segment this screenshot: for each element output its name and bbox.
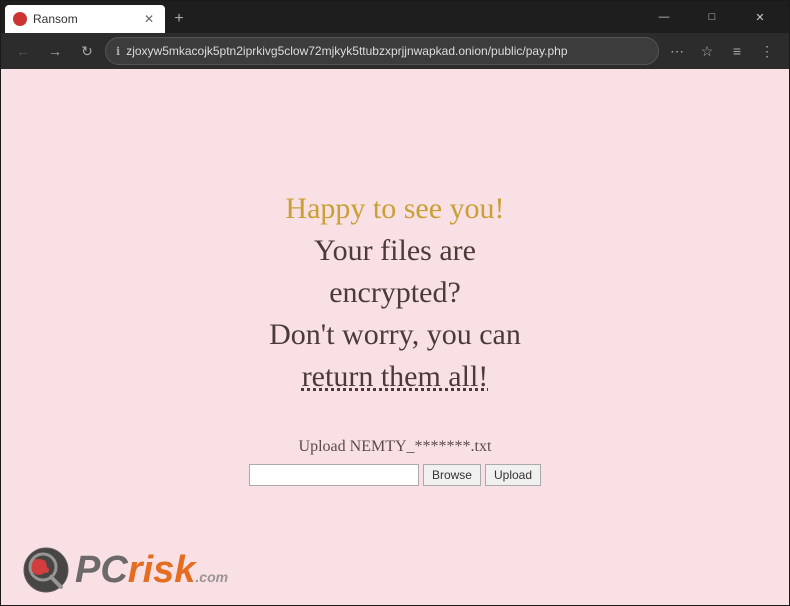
file-input[interactable] — [249, 464, 419, 486]
watermark: PCrisk.com — [21, 545, 228, 595]
main-message: Happy to see you! Your files are encrypt… — [269, 188, 521, 398]
forward-button[interactable]: → — [41, 37, 69, 65]
headline-line4: Don't worry, you can — [269, 314, 521, 356]
tabs-area: Ransom ✕ + — [1, 1, 635, 33]
lock-icon: ℹ — [116, 45, 120, 58]
pcrisk-text: PCrisk.com — [75, 551, 228, 589]
refresh-button[interactable]: ↻ — [73, 37, 101, 65]
nav-bar: ← → ↻ ℹ zjoxyw5mkacojk5ptn2iprkivg5clow7… — [1, 33, 789, 69]
address-bar[interactable]: ℹ zjoxyw5mkacojk5ptn2iprkivg5clow72mjkyk… — [105, 37, 659, 65]
menu-button[interactable]: ⋯ — [663, 37, 691, 65]
maximize-button[interactable]: □ — [689, 1, 735, 33]
pc-text: PC — [75, 549, 128, 591]
upload-controls: Browse Upload — [249, 464, 541, 486]
tab-close-button[interactable]: ✕ — [141, 11, 157, 27]
headline-line1: Happy to see you! — [269, 188, 521, 230]
hub-button[interactable]: ≡ — [723, 37, 751, 65]
active-tab[interactable]: Ransom ✕ — [5, 5, 165, 33]
title-bar: Ransom ✕ + — □ ✕ — [1, 1, 789, 33]
page-content: Happy to see you! Your files are encrypt… — [1, 69, 789, 605]
headline-line5: return them all! — [269, 356, 521, 398]
tab-favicon — [13, 12, 27, 26]
risk-text: risk — [128, 549, 196, 591]
upload-button[interactable]: Upload — [485, 464, 541, 486]
upload-section: Upload NEMTY_*******.txt Browse Upload — [249, 438, 541, 486]
browser-window: Ransom ✕ + — □ ✕ ← → ↻ ℹ zjoxyw5mkacojk5… — [0, 0, 790, 606]
tab-title: Ransom — [33, 12, 135, 26]
new-tab-button[interactable]: + — [165, 5, 193, 33]
favorites-button[interactable]: ☆ — [693, 37, 721, 65]
minimize-button[interactable]: — — [641, 1, 687, 33]
close-button[interactable]: ✕ — [737, 1, 783, 33]
url-text: zjoxyw5mkacojk5ptn2iprkivg5clow72mjkyk5t… — [126, 44, 648, 58]
pcrisk-logo-icon — [21, 545, 71, 595]
domain-text: .com — [195, 569, 228, 585]
upload-label: Upload NEMTY_*******.txt — [299, 438, 492, 456]
browse-button[interactable]: Browse — [423, 464, 481, 486]
window-controls: — □ ✕ — [635, 1, 789, 33]
nav-tools: ⋯ ☆ ≡ ⋮ — [663, 37, 781, 65]
headline-line3: encrypted? — [269, 272, 521, 314]
more-button[interactable]: ⋮ — [753, 37, 781, 65]
headline-line2: Your files are — [269, 230, 521, 272]
back-button[interactable]: ← — [9, 37, 37, 65]
